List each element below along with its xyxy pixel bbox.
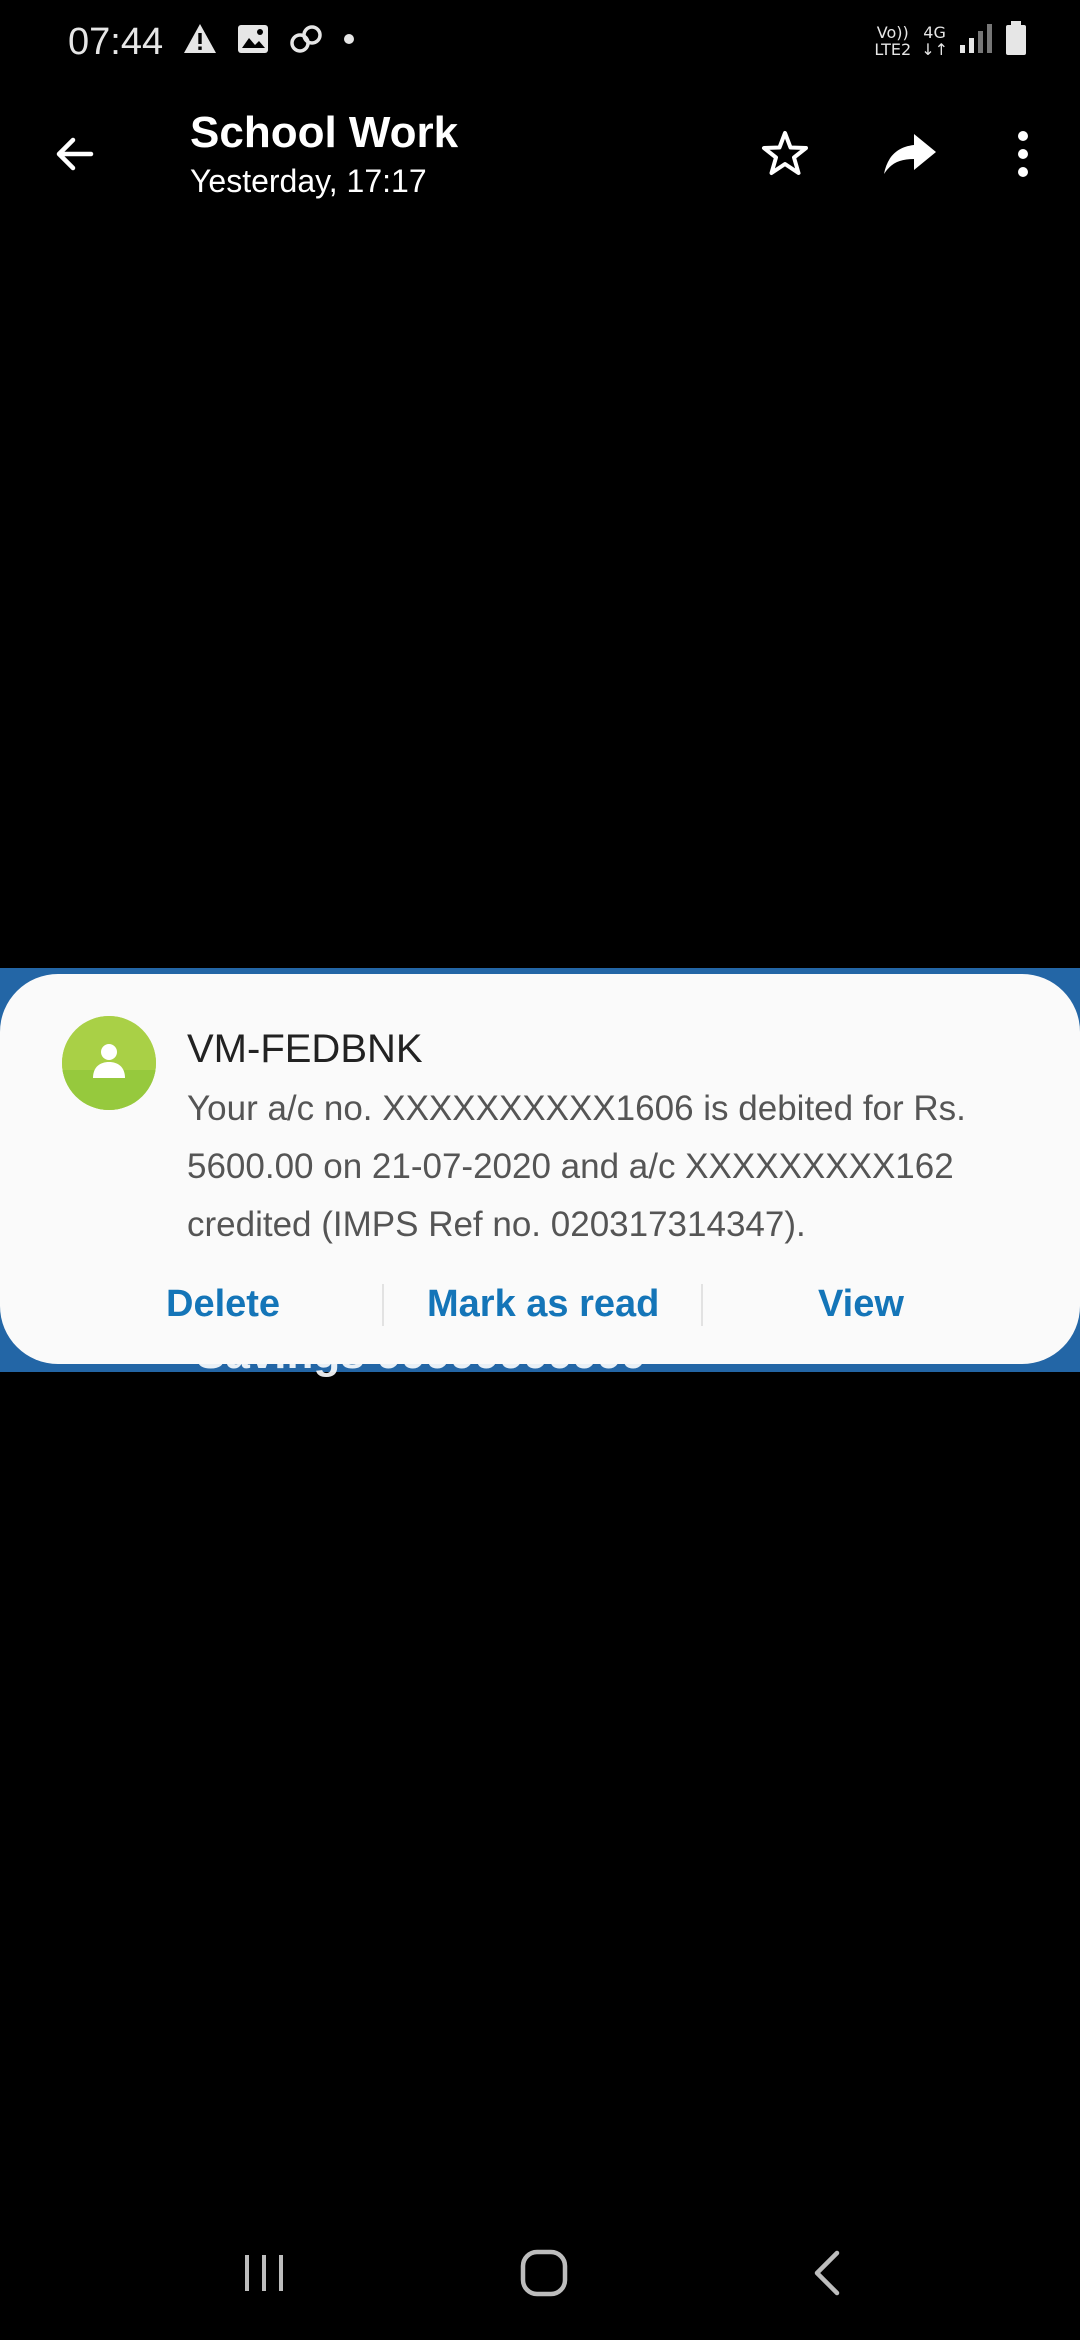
home-icon (518, 2247, 570, 2304)
warning-icon (182, 22, 218, 56)
notification-actions: Delete Mark as read View (0, 1274, 1080, 1334)
volte-indicator: Vo)) LTE2 (874, 24, 911, 58)
action-divider (382, 1284, 384, 1326)
notification-sender: VM-FEDBNK (187, 1027, 423, 1071)
data-arrows-icon: ↓↑ (921, 39, 948, 59)
person-icon (62, 1016, 156, 1110)
status-bar: 07:44 Vo)) LTE2 4G ↓↑ (0, 0, 1080, 84)
forward-icon (882, 130, 938, 183)
link-icon (288, 22, 324, 56)
app-bar: School Work Yesterday, 17:17 (0, 96, 1080, 216)
more-vert-icon (1013, 130, 1033, 183)
navigation-bar (0, 2230, 1080, 2320)
conversation-timestamp: Yesterday, 17:17 (190, 163, 427, 199)
view-button[interactable]: View (818, 1274, 904, 1334)
sender-avatar (62, 1016, 156, 1110)
notification-message: Your a/c no. XXXXXXXXXX1606 is debited f… (187, 1089, 966, 1244)
mark-as-read-button[interactable]: Mark as read (427, 1274, 659, 1334)
recents-icon (239, 2249, 289, 2302)
status-time: 07:44 (68, 21, 164, 63)
recents-button[interactable] (219, 2230, 309, 2320)
back-button[interactable] (40, 121, 110, 191)
volte-label: Vo)) (876, 22, 909, 42)
status-system-icons: Vo)) LTE2 4G ↓↑ (874, 20, 1028, 61)
back-arrow-icon (51, 130, 99, 183)
conversation-header: School Work Yesterday, 17:17 (190, 106, 458, 202)
data-indicator: 4G ↓↑ (921, 24, 948, 58)
status-notification-icons (182, 22, 356, 56)
dot-icon (342, 32, 356, 46)
star-icon (759, 128, 811, 185)
delete-button[interactable]: Delete (166, 1274, 280, 1334)
forward-button[interactable] (875, 121, 945, 191)
battery-icon (1004, 20, 1028, 61)
action-divider (701, 1284, 703, 1326)
nav-back-button[interactable] (782, 2230, 872, 2320)
heads-up-notification[interactable]: VM-FEDBNK Your a/c no. XXXXXXXXXX1606 is… (0, 974, 1080, 1364)
more-options-button[interactable] (988, 121, 1058, 191)
lte-label: LTE2 (874, 39, 912, 59)
star-button[interactable] (750, 121, 820, 191)
home-button[interactable] (499, 2230, 589, 2320)
signal-icon (958, 21, 994, 60)
conversation-title: School Work (190, 108, 459, 157)
data-label: 4G (923, 22, 946, 42)
image-icon (236, 23, 270, 55)
nav-back-icon (807, 2247, 847, 2304)
